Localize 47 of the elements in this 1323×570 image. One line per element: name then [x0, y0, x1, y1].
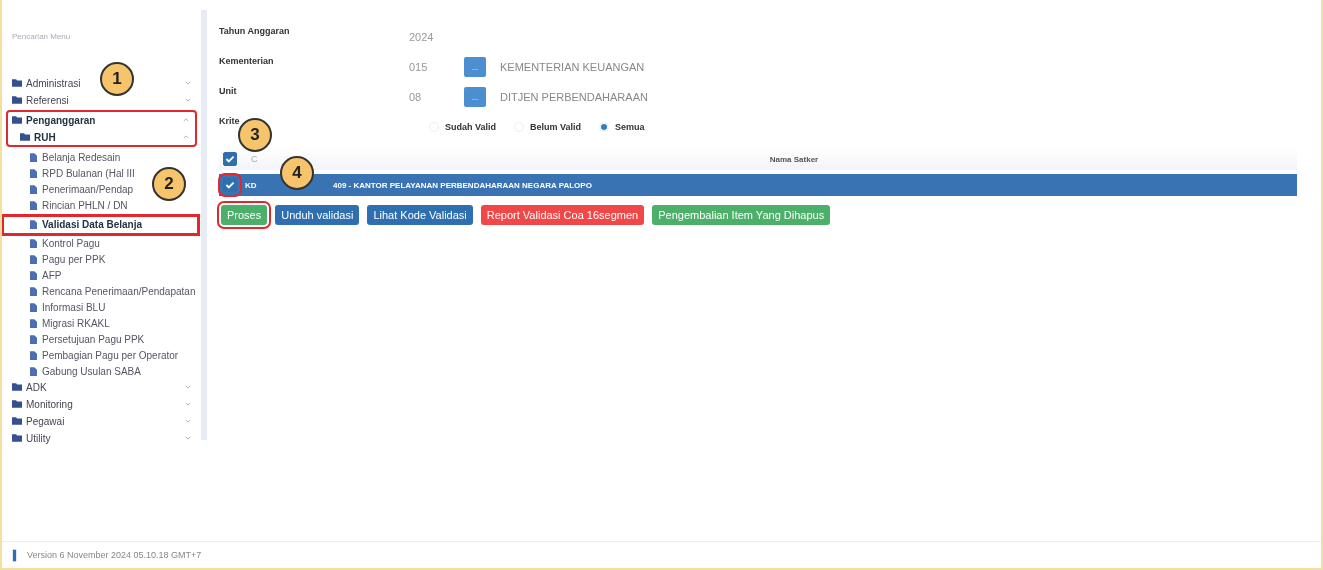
menu-item[interactable]: Rencana Penerimaan/Pendapatan [30, 284, 196, 300]
field-label: Kementerian [219, 55, 275, 66]
menu-item[interactable]: Penerimaan/Pendap [30, 182, 134, 198]
field-value: 2024 [409, 31, 435, 43]
column-header: C [250, 154, 259, 164]
menu-item[interactable]: Pembagian Pagu per Operator [30, 348, 179, 364]
menu-item[interactable]: RUH [34, 131, 56, 143]
menu-item[interactable]: Pagu per PPK [30, 252, 106, 268]
radio-option[interactable]: Belum Valid [514, 122, 582, 132]
table-cell-text: KD [244, 180, 258, 190]
field-value: 015 [409, 61, 429, 73]
callout-bubble: 2 [152, 167, 186, 201]
menu-item[interactable]: Belanja Redesain [30, 150, 121, 166]
document-icon [30, 220, 37, 229]
menu-item[interactable]: Administrasi [26, 77, 81, 89]
field-label: Unit [219, 85, 238, 96]
menu-item[interactable]: Penganggaran [26, 114, 96, 126]
version-text: Version 6 November 2024 05.10.18 GMT+7 [27, 550, 202, 560]
menu-item[interactable]: Informasi BLU [30, 300, 106, 316]
menu-item[interactable]: Referensi [26, 94, 69, 106]
field-label: Tahun Anggaran [219, 25, 291, 36]
column-header: Nama Satker [768, 154, 820, 164]
checkbox[interactable] [223, 152, 237, 166]
field-label: Krite [219, 115, 241, 126]
action-button[interactable]: Report Validasi Coa 16segmen [480, 205, 645, 225]
radio-option[interactable]: Sudah Valid [429, 122, 496, 132]
menu-item[interactable]: Pegawai [26, 415, 65, 427]
menu-item[interactable]: Utility [26, 432, 51, 444]
menu-item[interactable]: Persetujuan Pagu PPK [30, 332, 145, 348]
field-value: KEMENTERIAN KEUANGAN [500, 61, 645, 73]
menu-item[interactable]: RPD Bulanan (Hal III [30, 166, 135, 182]
action-button[interactable]: Lihat Kode Validasi [367, 205, 473, 225]
callout-bubble: 1 [100, 62, 134, 96]
action-button[interactable]: Unduh validasi [275, 205, 360, 225]
logo-icon [12, 548, 17, 562]
menu-item[interactable]: ADK [26, 381, 47, 393]
menu-item[interactable]: AFP [30, 268, 62, 284]
field-value: DITJEN PERBENDAHARAAN [500, 91, 648, 103]
field-value: 08 [409, 91, 423, 103]
callout-bubble: 3 [238, 118, 272, 152]
menu-item[interactable]: Rincian PHLN / DN [30, 198, 128, 214]
menu-item[interactable]: Monitoring [26, 398, 73, 410]
radio-option[interactable]: Semua [599, 122, 645, 132]
menu-item[interactable]: Migrasi RKAKL [30, 316, 110, 332]
table-cell-text: 409 - KANTOR PELAYANAN PERBENDAHARAAN NEGARA PALOPO [332, 180, 592, 190]
menu-item[interactable]: Gabung Usulan SABA [30, 364, 141, 380]
menu-item[interactable]: Kontrol Pagu [30, 236, 100, 252]
